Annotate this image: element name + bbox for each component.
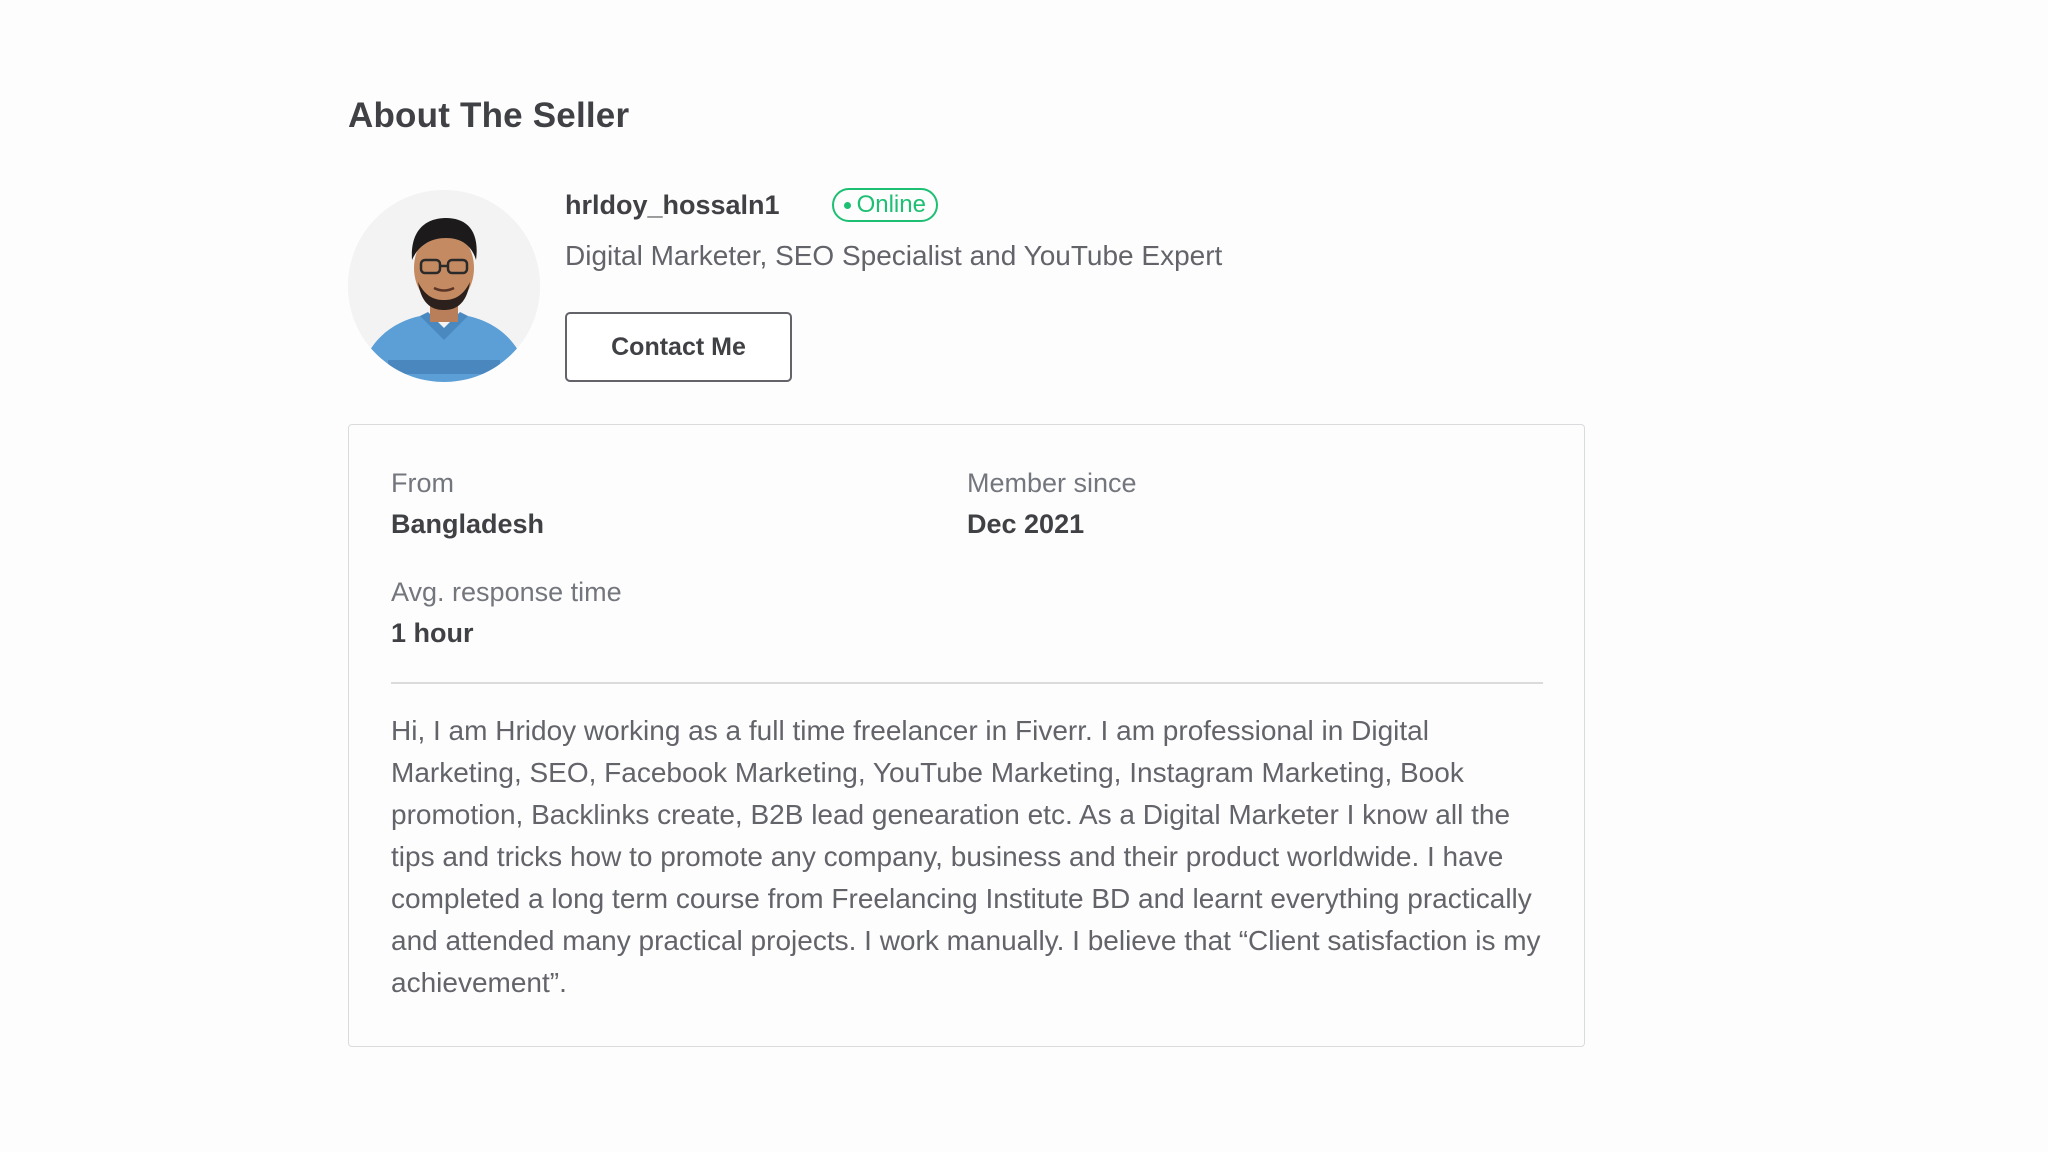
seller-bio: Hi, I am Hridoy working as a full time f… [391,715,1541,998]
stat-from-value: Bangladesh [391,509,545,539]
stat-member-since-value: Dec 2021 [967,509,1085,539]
seller-avatar[interactable] [348,190,540,382]
stat-member-since: Member since Dec 2021 [967,470,1137,538]
section-title: About The Seller [348,96,630,135]
online-status-badge: Online [831,188,938,222]
seller-tagline: Digital Marketer, SEO Specialist and You… [565,240,1223,271]
stat-response-time: Avg. response time 1 hour [391,579,622,647]
stat-member-since-label: Member since [967,468,1137,498]
contact-me-button[interactable]: Contact Me [565,312,792,382]
seller-stats-card: From Bangladesh Member since Dec 2021 Av… [348,424,1585,1047]
seller-about-page: About The Seller hrldoy_hossaln1 Online … [0,0,2048,1152]
stats-divider [391,682,1543,684]
online-status-label: Online [856,191,926,218]
stat-response-time-value: 1 hour [391,618,474,648]
stat-from: From Bangladesh [391,470,544,538]
online-dot-icon [843,201,851,209]
avatar-photo-icon [348,190,540,382]
seller-username-link[interactable]: hrldoy_hossaln1 [565,190,780,221]
seller-name-row: hrldoy_hossaln1 Online [565,188,938,222]
stat-response-time-label: Avg. response time [391,577,622,607]
stat-from-label: From [391,468,454,498]
